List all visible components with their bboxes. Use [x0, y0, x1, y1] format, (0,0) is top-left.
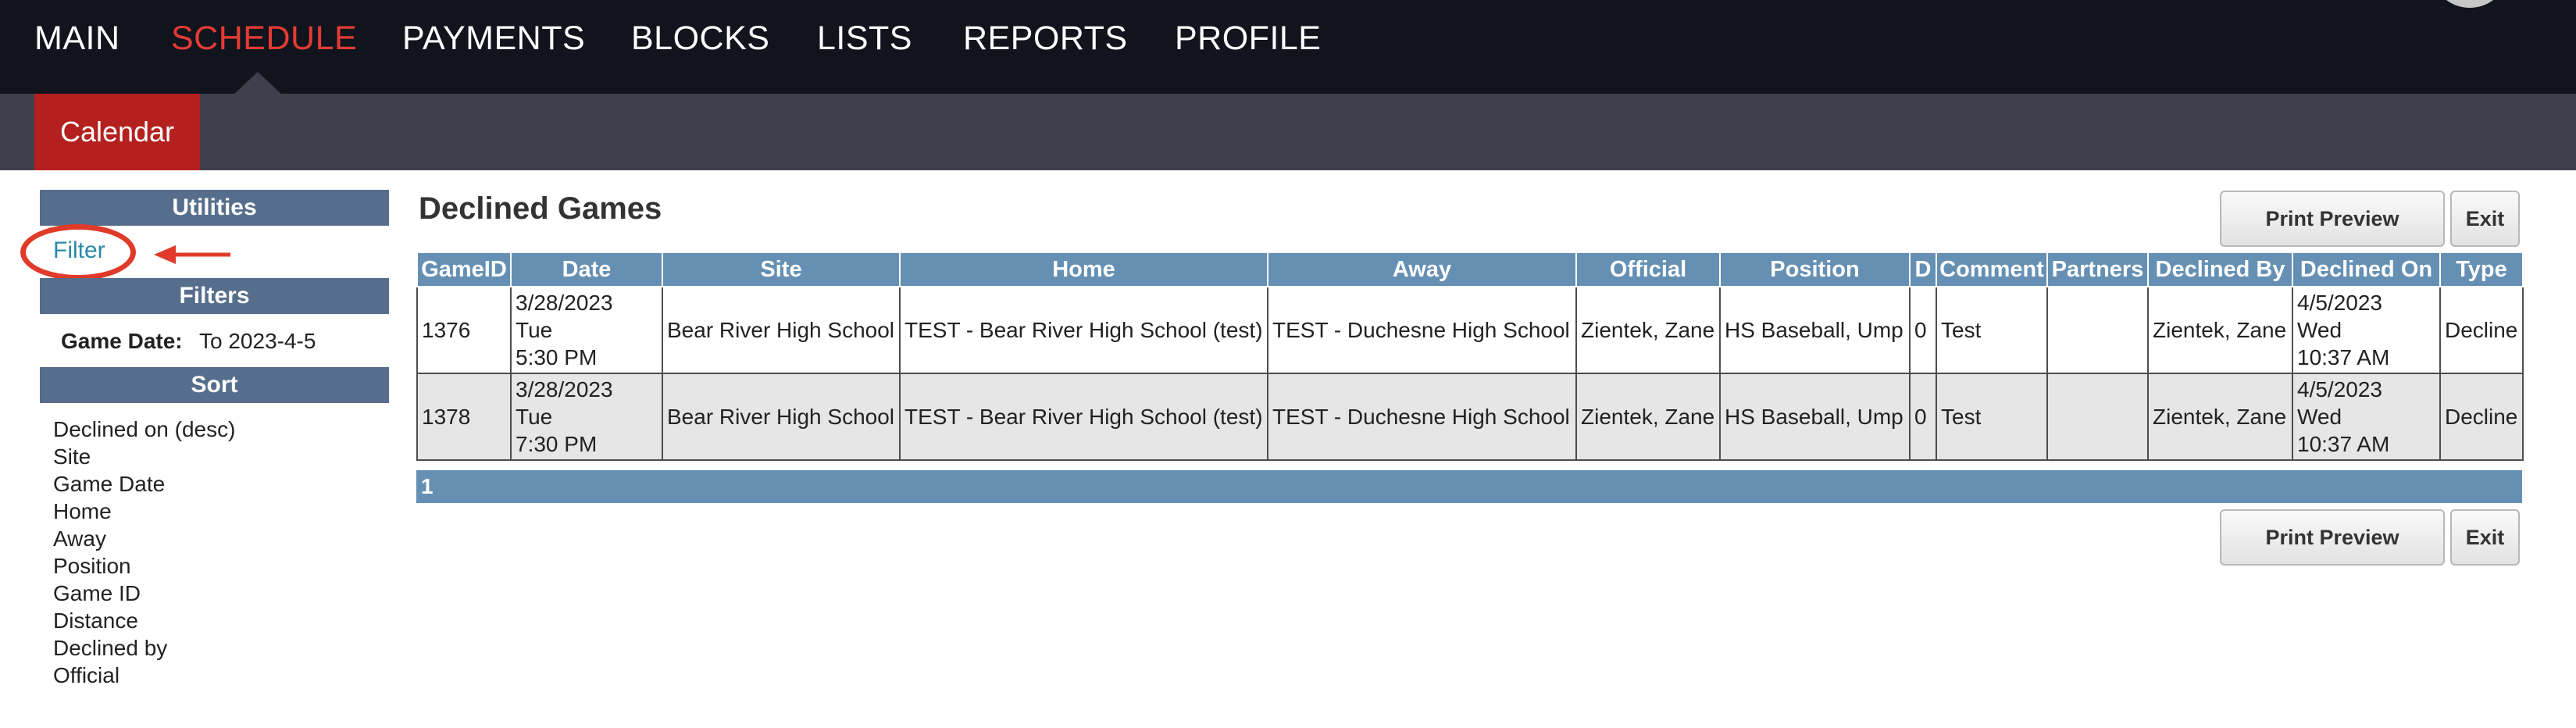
nav-item-main[interactable]: MAIN — [34, 20, 120, 58]
cell-type: Decline — [2439, 373, 2524, 461]
column-header[interactable]: Home — [899, 252, 1268, 287]
filter-game-date-value: To 2023-4-5 — [199, 329, 316, 353]
declined-on-line: 4/5/2023 — [2297, 377, 2382, 401]
cell-declined-on: 4/5/2023 Wed 10:37 AM — [2292, 286, 2441, 374]
cell-type: Decline — [2439, 286, 2524, 374]
nav-item-schedule[interactable]: SCHEDULE — [171, 20, 357, 58]
column-header[interactable]: Comment — [1936, 252, 2048, 287]
date-line: 3/28/2023 — [516, 291, 613, 315]
filter-game-date-label: Game Date: — [61, 329, 183, 353]
left-arrow-icon — [154, 245, 230, 264]
pager-bar: 1 — [416, 470, 2522, 503]
cell-date: 3/28/2023 Tue 7:30 PM — [510, 373, 663, 461]
column-header[interactable]: Partners — [2046, 252, 2149, 287]
sort-header: Sort — [40, 367, 389, 403]
top-nav-bar: MAIN SCHEDULE PAYMENTS BLOCKS LISTS REPO… — [0, 0, 2576, 95]
cell-official: Zientek, Zane — [1575, 286, 1721, 374]
sort-item-declined-by[interactable]: Declined by — [53, 636, 167, 661]
cell-home: TEST - Bear River High School (test) — [899, 286, 1268, 374]
column-header[interactable]: Official — [1575, 252, 1721, 287]
cell-official: Zientek, Zane — [1575, 373, 1721, 461]
exit-button-bottom[interactable]: Exit — [2450, 509, 2520, 566]
sort-item-declined-on[interactable]: Declined on (desc) — [53, 417, 235, 442]
cell-site: Bear River High School — [662, 373, 901, 461]
cell-d: 0 — [1909, 286, 1937, 374]
sort-item-site[interactable]: Site — [53, 444, 91, 469]
declined-on-line: Wed — [2297, 405, 2342, 429]
table-row[interactable]: 1378 3/28/2023 Tue 7:30 PM Bear River High… — [416, 373, 2524, 461]
exit-button-top[interactable]: Exit — [2450, 191, 2520, 247]
column-header[interactable]: Type — [2439, 252, 2524, 287]
tab-calendar[interactable]: Calendar — [34, 94, 200, 170]
sort-item-away[interactable]: Away — [53, 526, 106, 551]
declined-on-line: Wed — [2297, 318, 2342, 342]
cell-away: TEST - Duchesne High School — [1267, 373, 1577, 461]
sub-nav-bar: Calendar — [0, 94, 2576, 170]
cell-declined-on: 4/5/2023 Wed 10:37 AM — [2292, 373, 2441, 461]
active-nav-caret — [233, 72, 283, 95]
sort-item-position[interactable]: Position — [53, 554, 131, 579]
cell-game-id: 1378 — [416, 373, 512, 461]
sort-item-official[interactable]: Official — [53, 663, 120, 688]
date-line: 5:30 PM — [516, 345, 598, 369]
utilities-header: Utilities — [40, 190, 389, 226]
column-header[interactable]: GameID — [416, 252, 512, 287]
sort-item-home[interactable]: Home — [53, 499, 112, 524]
sort-item-distance[interactable]: Distance — [53, 608, 138, 633]
page-link[interactable]: 1 — [421, 474, 433, 498]
column-header[interactable]: Declined By — [2147, 252, 2293, 287]
cell-home: TEST - Bear River High School (test) — [899, 373, 1268, 461]
page-title: Declined Games — [419, 191, 662, 226]
filters-header: Filters — [40, 278, 389, 314]
sort-item-game-date[interactable]: Game Date — [53, 472, 165, 497]
cell-partners — [2046, 286, 2149, 374]
cell-date: 3/28/2023 Tue 5:30 PM — [510, 286, 663, 374]
date-line: 7:30 PM — [516, 432, 598, 456]
date-line: Tue — [516, 318, 553, 342]
declined-on-line: 4/5/2023 — [2297, 291, 2382, 315]
declined-on-line: 10:37 AM — [2297, 345, 2390, 369]
nav-item-profile[interactable]: PROFILE — [1175, 20, 1322, 58]
declined-games-table: GameID Date Site Home Away Official Posi… — [416, 252, 2524, 461]
column-header[interactable]: Declined On — [2292, 252, 2441, 287]
print-preview-button-top[interactable]: Print Preview — [2220, 191, 2445, 247]
nav-item-reports[interactable]: REPORTS — [963, 20, 1128, 58]
cell-position: HS Baseball, Ump — [1719, 286, 1911, 374]
column-header[interactable]: D — [1909, 252, 1937, 287]
nav-item-payments[interactable]: PAYMENTS — [402, 20, 585, 58]
highlight-circle — [20, 224, 136, 280]
cell-partners — [2046, 373, 2149, 461]
column-header[interactable]: Site — [662, 252, 901, 287]
cell-comment: Test — [1936, 373, 2048, 461]
cell-position: HS Baseball, Ump — [1719, 373, 1911, 461]
cell-declined-by: Zientek, Zane — [2147, 286, 2293, 374]
date-line: 3/28/2023 — [516, 377, 613, 401]
cell-away: TEST - Duchesne High School — [1267, 286, 1577, 374]
cell-declined-by: Zientek, Zane — [2147, 373, 2293, 461]
cell-game-id: 1376 — [416, 286, 512, 374]
cell-site: Bear River High School — [662, 286, 901, 374]
date-line: Tue — [516, 405, 553, 429]
column-header[interactable]: Date — [510, 252, 663, 287]
avatar[interactable] — [2431, 0, 2509, 8]
column-header[interactable]: Position — [1719, 252, 1911, 287]
cell-comment: Test — [1936, 286, 2048, 374]
print-preview-button-bottom[interactable]: Print Preview — [2220, 509, 2445, 566]
table-header-row: GameID Date Site Home Away Official Posi… — [416, 252, 2524, 287]
nav-item-blocks[interactable]: BLOCKS — [631, 20, 769, 58]
column-header[interactable]: Away — [1267, 252, 1577, 287]
declined-on-line: 10:37 AM — [2297, 432, 2390, 456]
sort-item-game-id[interactable]: Game ID — [53, 581, 141, 606]
cell-d: 0 — [1909, 373, 1937, 461]
nav-item-lists[interactable]: LISTS — [817, 20, 912, 58]
table-row[interactable]: 1376 3/28/2023 Tue 5:30 PM Bear River High… — [416, 286, 2524, 374]
